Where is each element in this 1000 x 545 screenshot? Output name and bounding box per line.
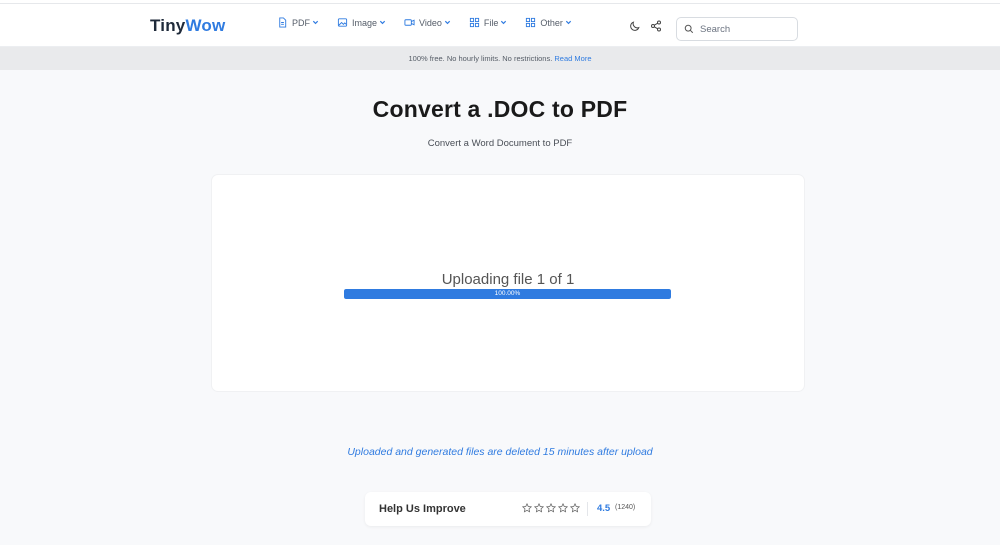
nav-video-label: Video [419, 17, 442, 28]
nav-other-label: Other [540, 17, 563, 28]
nav-file[interactable]: File [469, 17, 508, 28]
search-input[interactable] [700, 23, 790, 35]
chevron-down-icon [379, 20, 386, 25]
rating-title: Help Us Improve [379, 503, 466, 515]
rating-divider [587, 502, 588, 516]
share-icon[interactable] [650, 20, 662, 32]
chevron-down-icon [444, 20, 450, 25]
star-icon[interactable] [570, 503, 580, 513]
logo[interactable]: TinyWow [150, 16, 225, 36]
star-icon[interactable] [522, 503, 532, 513]
grid-icon [469, 17, 479, 28]
star-icon[interactable] [558, 503, 568, 513]
banner-text: 100% free. No hourly limits. No restrict… [408, 54, 553, 63]
grid-icon [526, 17, 536, 28]
main-nav: PDF Image Video File Other [277, 17, 590, 28]
upload-card: Uploading file 1 of 1 100.00% [212, 175, 804, 391]
nav-file-label: File [483, 17, 499, 28]
page-subtitle: Convert a Word Document to PDF [427, 138, 573, 149]
page-title: Convert a .DOC to PDF [372, 96, 628, 122]
video-icon [404, 19, 415, 26]
chevron-down-icon [312, 20, 319, 25]
star-icon[interactable] [546, 503, 556, 513]
document-icon [279, 17, 287, 28]
search-box[interactable] [676, 17, 798, 41]
file-deletion-notice: Uploaded and generated files are deleted… [347, 446, 653, 458]
upload-progress-bar: 100.00% [344, 289, 671, 299]
dark-mode-moon-icon[interactable] [629, 20, 641, 32]
star-icon[interactable] [534, 503, 544, 513]
chevron-down-icon [501, 20, 507, 25]
nav-pdf[interactable]: PDF [277, 17, 319, 28]
promo-banner: 100% free. No hourly limits. No restrict… [0, 47, 1000, 70]
nav-image[interactable]: Image [337, 17, 386, 28]
logo-text-wow: Wow [185, 16, 226, 35]
star-rating [522, 503, 580, 513]
search-icon [684, 24, 694, 34]
nav-video[interactable]: Video [404, 17, 451, 28]
nav-image-label: Image [352, 17, 378, 28]
site-header: TinyWow PDF Image Video File Other Searc… [0, 4, 1000, 47]
rating-count: (1240) [615, 504, 636, 511]
upload-progress-text: 100.00% [494, 290, 521, 297]
chevron-down-icon [565, 20, 572, 25]
header-tools [629, 20, 662, 32]
rating-score: 4.5 [597, 503, 611, 514]
upload-status: Uploading file 1 of 1 [441, 271, 575, 288]
image-icon [337, 18, 348, 27]
read-more-link[interactable]: Read More [554, 54, 591, 63]
upload-progress-fill: 100.00% [344, 289, 671, 299]
nav-pdf-label: PDF [292, 17, 310, 28]
nav-other[interactable]: Other [525, 17, 572, 28]
rating-widget: Help Us Improve 4.5 (1240) [365, 492, 651, 526]
logo-text-tiny: Tiny [150, 16, 186, 35]
